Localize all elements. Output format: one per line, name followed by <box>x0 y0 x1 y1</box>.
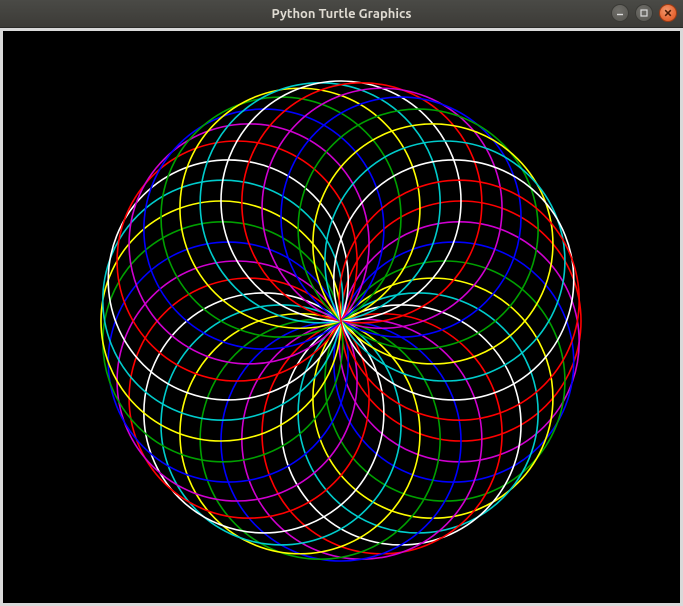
titlebar: Python Turtle Graphics <box>0 0 683 28</box>
minimize-icon <box>615 8 625 18</box>
minimize-button[interactable] <box>611 4 629 22</box>
close-icon <box>663 8 673 18</box>
turtle-canvas <box>3 31 680 603</box>
close-button[interactable] <box>659 4 677 22</box>
window-controls <box>611 4 677 22</box>
canvas-frame <box>0 28 683 606</box>
window-title: Python Turtle Graphics <box>0 7 683 21</box>
maximize-button[interactable] <box>635 4 653 22</box>
maximize-icon <box>639 8 649 18</box>
spirograph-drawing <box>3 31 680 603</box>
